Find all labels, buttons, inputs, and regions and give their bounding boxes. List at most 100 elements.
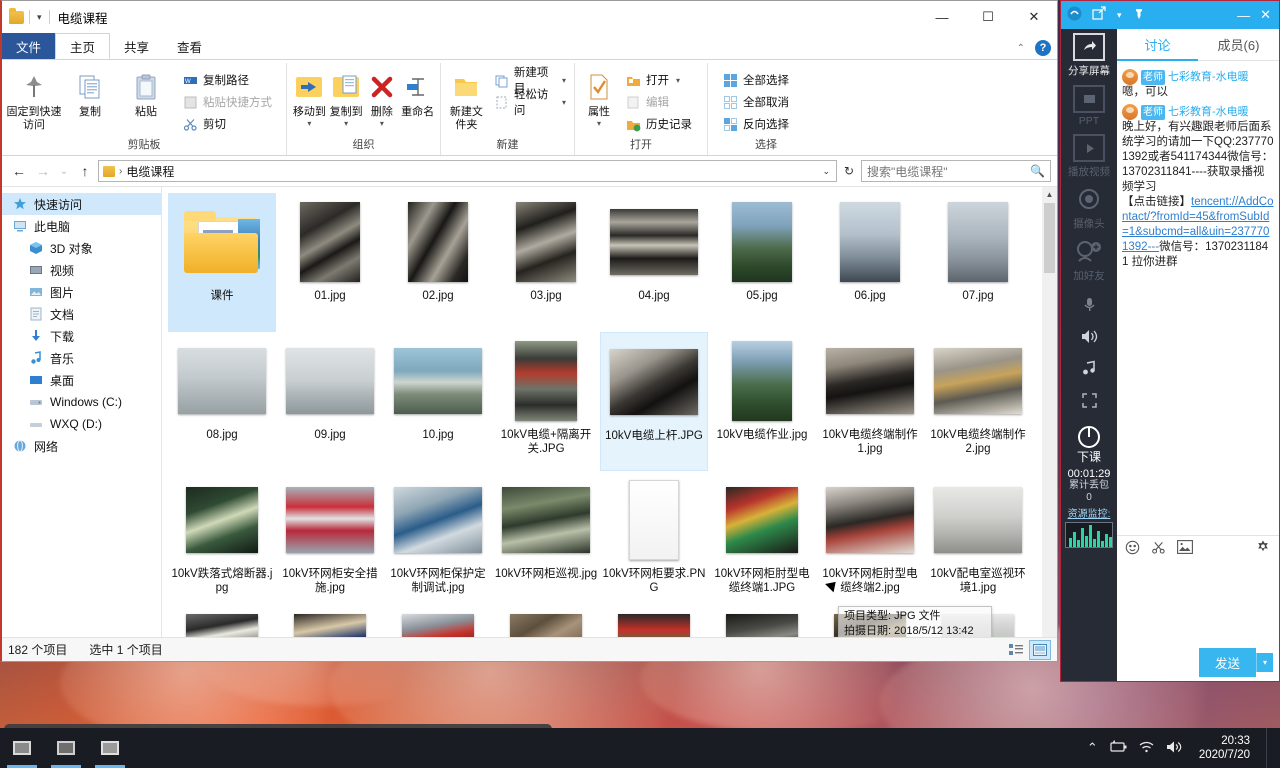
copy-to-button[interactable]: 复制到 ▾ <box>328 66 365 130</box>
add-friend-button[interactable]: 加好友 <box>1062 238 1116 283</box>
taskbar-app-2[interactable] <box>44 728 88 768</box>
list-item[interactable]: 10kV环网柜安全措施.jpg <box>276 471 384 610</box>
details-view-icon[interactable] <box>1005 640 1027 660</box>
tray-chevron-icon[interactable]: ⌃ <box>1087 740 1098 756</box>
sidebar-item-pictures[interactable]: 图片 <box>2 281 161 303</box>
chevron-down-icon[interactable]: ▾ <box>307 117 311 130</box>
microphone-icon[interactable] <box>1081 296 1098 316</box>
list-item[interactable]: 10kV环网柜巡视.jpg <box>492 471 600 610</box>
search-input[interactable]: 搜索"电缆课程" 🔍 <box>861 160 1051 182</box>
list-item[interactable] <box>600 610 708 637</box>
list-item[interactable]: 课件 <box>168 193 276 332</box>
copy-path-button[interactable]: W 复制路径 <box>178 70 276 90</box>
sidebar-item-windows-c[interactable]: Windows (C:) <box>2 391 161 413</box>
chevron-down-icon[interactable]: ▾ <box>676 76 680 85</box>
breadcrumb[interactable]: › 电缆课程 ⌄ <box>98 160 837 182</box>
sidebar-item-network[interactable]: 网络 <box>2 435 161 457</box>
list-item[interactable]: 10kV配电室巡视环境1.jpg <box>924 471 1032 610</box>
chevron-down-icon[interactable]: ▾ <box>35 12 44 23</box>
move-to-button[interactable]: 移动到 ▾ <box>291 66 328 130</box>
list-item[interactable]: 04.jpg <box>600 193 708 332</box>
send-button[interactable]: 发送 <box>1198 647 1256 677</box>
refresh-button[interactable]: ↻ <box>839 160 859 182</box>
speaker-icon[interactable] <box>1080 328 1099 348</box>
message-input[interactable] <box>1117 561 1279 647</box>
resource-monitor-link[interactable]: 资源监控: <box>1068 505 1111 520</box>
list-item[interactable]: 09.jpg <box>276 332 384 471</box>
properties-button[interactable]: 属性 ▾ <box>579 66 619 130</box>
play-video-button[interactable]: 播放视频 <box>1062 134 1116 179</box>
chevron-down-icon[interactable]: ▾ <box>562 76 566 85</box>
back-button[interactable]: ← <box>8 160 30 182</box>
ppt-button[interactable]: PPT <box>1062 85 1116 127</box>
up-button[interactable]: ↑ <box>74 160 96 182</box>
taskbar-app-1[interactable] <box>0 728 44 768</box>
list-item[interactable] <box>384 610 492 637</box>
send-options-dropdown[interactable]: ▾ <box>1255 652 1273 672</box>
volume-icon[interactable] <box>1165 740 1183 757</box>
sidebar-item-desktop[interactable]: 桌面 <box>2 369 161 391</box>
sidebar-item-wxq-d[interactable]: WXQ (D:) <box>2 413 161 435</box>
sidebar-item-this-pc[interactable]: 此电脑 <box>2 215 161 237</box>
message-list[interactable]: 老师 七彩教育-水电暖 嗯，可以 老师 七彩教育-水电暖 晚上好，有兴趣跟老师后… <box>1117 61 1279 535</box>
show-desktop-button[interactable] <box>1266 728 1272 768</box>
edit-button[interactable]: 编辑 <box>621 92 696 112</box>
list-item[interactable]: 10kV电缆作业.jpg <box>708 332 816 471</box>
chevron-down-icon[interactable]: ▾ <box>1117 10 1122 21</box>
list-item[interactable]: 02.jpg <box>384 193 492 332</box>
tab-members[interactable]: 成员(6) <box>1198 29 1279 60</box>
list-item[interactable]: 10kV环网柜肘型电缆终端1.JPG <box>708 471 816 610</box>
battery-icon[interactable] <box>1108 739 1128 757</box>
collapse-ribbon-icon[interactable]: ⌃ <box>1017 43 1025 54</box>
list-item[interactable]: 06.jpg <box>816 193 924 332</box>
close-button[interactable]: ✕ <box>1011 1 1057 33</box>
chevron-down-icon[interactable]: ▾ <box>344 117 348 130</box>
easy-access-button[interactable]: 轻松访问 ▾ <box>490 89 570 117</box>
file-list[interactable]: 课件 01.jpg 02.jpg 03.jpg 04.jpg 05.jpg 06… <box>162 187 1057 637</box>
taskbar-app-3[interactable] <box>88 728 132 768</box>
sidebar-item-3d-objects[interactable]: 3D 对象 <box>2 237 161 259</box>
sidebar-item-documents[interactable]: 文档 <box>2 303 161 325</box>
scroll-up-icon[interactable]: ▲ <box>1042 187 1057 202</box>
list-item[interactable]: 10.jpg <box>384 332 492 471</box>
paste-button[interactable]: 粘贴 <box>118 66 174 119</box>
scrollbar-thumb[interactable] <box>1044 203 1055 273</box>
sidebar-item-music[interactable]: 音乐 <box>2 347 161 369</box>
wifi-icon[interactable] <box>1138 740 1155 757</box>
emoji-icon[interactable] <box>1125 540 1140 558</box>
invert-selection-button[interactable]: 反向选择 <box>718 114 793 134</box>
forward-button[interactable]: → <box>32 160 54 182</box>
fullscreen-icon[interactable] <box>1081 392 1098 412</box>
camera-button[interactable]: 摄像头 <box>1062 186 1116 231</box>
open-button[interactable]: 打开 ▾ <box>621 70 696 90</box>
copy-button[interactable]: 复制 <box>62 66 118 119</box>
list-item[interactable] <box>168 610 276 637</box>
chevron-down-icon[interactable]: ⌄ <box>822 166 832 177</box>
music-note-icon[interactable] <box>1081 360 1097 380</box>
gear-icon[interactable] <box>1255 539 1271 558</box>
sidebar-item-videos[interactable]: 视频 <box>2 259 161 281</box>
close-button[interactable]: ✕ <box>1260 7 1273 23</box>
select-none-button[interactable]: 全部取消 <box>718 92 793 112</box>
minimize-button[interactable]: — <box>919 1 965 33</box>
list-item[interactable]: 10kV电缆+隔离开关.JPG <box>492 332 600 471</box>
list-item[interactable]: 08.jpg <box>168 332 276 471</box>
clock[interactable]: 20:33 2020/7/20 <box>1193 734 1250 762</box>
rename-button[interactable]: 重命名 <box>399 66 436 119</box>
maximize-button[interactable]: ☐ <box>965 1 1011 33</box>
list-item[interactable]: 10kV环网柜要求.PNG <box>600 471 708 610</box>
help-button[interactable]: ? <box>1035 40 1051 56</box>
list-item[interactable] <box>708 610 816 637</box>
tab-share[interactable]: 共享 <box>110 33 163 59</box>
end-class-button[interactable]: 下课 <box>1077 426 1101 465</box>
tab-view[interactable]: 查看 <box>163 33 216 59</box>
share-icon[interactable] <box>1092 6 1107 24</box>
sidebar-item-downloads[interactable]: 下载 <box>2 325 161 347</box>
list-item[interactable]: 10kV环网柜保护定制调试.jpg <box>384 471 492 610</box>
chevron-down-icon[interactable]: ▾ <box>597 117 601 130</box>
pin-to-quick-access-button[interactable]: 固定到快速访问 <box>6 66 62 132</box>
pin-icon[interactable] <box>1132 7 1146 24</box>
list-item[interactable]: 05.jpg <box>708 193 816 332</box>
quick-access-toolbar[interactable]: ▾ <box>2 7 50 24</box>
tab-discussion[interactable]: 讨论 <box>1117 29 1198 60</box>
